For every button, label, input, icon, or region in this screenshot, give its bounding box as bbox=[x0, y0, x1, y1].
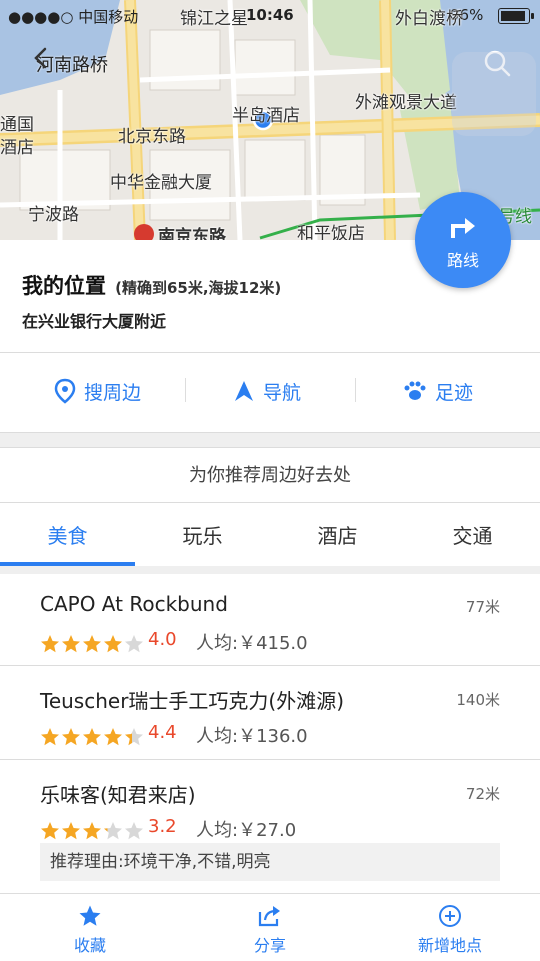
map-label: 通国 bbox=[0, 115, 34, 135]
rating-star-icon bbox=[83, 728, 101, 746]
section-separator bbox=[0, 432, 540, 448]
tab-food[interactable]: 美食 bbox=[0, 520, 135, 549]
location-near: 在兴业银行大厦附近 bbox=[22, 312, 167, 331]
bottom-toolbar: 收藏 分享 新增地点 bbox=[0, 893, 540, 961]
divider bbox=[0, 502, 540, 503]
add-circle-icon bbox=[439, 905, 461, 927]
map-label: 北京东路 bbox=[118, 127, 186, 147]
rating-star-icon bbox=[125, 822, 143, 840]
divider bbox=[0, 759, 540, 760]
navigation-arrow-icon bbox=[235, 381, 253, 401]
route-button[interactable]: 路线 bbox=[415, 192, 511, 288]
action-label: 搜周边 bbox=[84, 381, 142, 404]
map-label: 中华金融大厦 bbox=[110, 173, 212, 193]
add-place-button[interactable]: 新增地点 bbox=[360, 894, 540, 961]
rating-star-icon bbox=[41, 635, 59, 653]
route-turn-icon bbox=[451, 218, 475, 238]
poi-distance: 140米 bbox=[456, 691, 500, 709]
poi-name: CAPO At Rockbund bbox=[40, 592, 228, 616]
map-label: 外滩观景大道 bbox=[355, 93, 457, 113]
recommend-header: 为你推荐周边好去处 bbox=[189, 465, 351, 486]
share-button[interactable]: 分享 bbox=[180, 894, 360, 961]
toolbar-label: 分享 bbox=[253, 936, 286, 955]
back-arrow-icon bbox=[34, 47, 47, 69]
navigation-button[interactable]: 导航 bbox=[233, 366, 301, 416]
map-control-overlay[interactable] bbox=[452, 52, 536, 136]
battery-icon bbox=[498, 8, 534, 24]
recommend-reason: 推荐理由:环境干净,不错,明亮 bbox=[40, 843, 500, 881]
share-icon bbox=[258, 906, 280, 927]
list-item[interactable]: Teuscher瑞士手工巧克力(外滩源) 140米 4.4 人均:￥136.0 bbox=[0, 673, 540, 765]
rating-star-icon bbox=[83, 635, 101, 653]
route-button-label: 路线 bbox=[446, 251, 479, 270]
rating-star-icon bbox=[104, 635, 122, 653]
poi-price: 人均:￥136.0 bbox=[196, 726, 308, 747]
poi-distance: 77米 bbox=[465, 598, 500, 616]
carrier-text: ●●●●○ 中国移动 bbox=[8, 8, 139, 26]
rating-score: 4.4 bbox=[148, 722, 177, 743]
rating-star-icon bbox=[41, 822, 59, 840]
map-label: 锦江之星 bbox=[180, 9, 248, 29]
poi-price: 人均:￥27.0 bbox=[196, 820, 297, 841]
tab-entertainment[interactable]: 玩乐 bbox=[135, 520, 270, 549]
poi-name: Teuscher瑞士手工巧克力(外滩源) bbox=[40, 689, 345, 713]
action-label: 导航 bbox=[263, 381, 302, 404]
map-label: 南京东路 bbox=[158, 227, 226, 240]
back-button[interactable]: 河南路桥 bbox=[32, 46, 108, 82]
divider bbox=[0, 352, 540, 353]
toolbar-label: 收藏 bbox=[73, 936, 106, 955]
rating-star-icon bbox=[41, 728, 59, 746]
poi-name: 乐味客(知君来店) bbox=[40, 783, 196, 807]
list-item[interactable]: CAPO At Rockbund 77米 4.0 人均:￥415.0 bbox=[0, 580, 540, 672]
section-separator bbox=[0, 566, 540, 574]
rating-star-icon bbox=[104, 728, 122, 746]
star-icon bbox=[79, 905, 101, 926]
rating-star-icon bbox=[125, 635, 143, 653]
rating-star-icon bbox=[83, 822, 101, 840]
rating-star-icon bbox=[62, 728, 80, 746]
location-pin-icon bbox=[54, 378, 76, 404]
rating-star-icon bbox=[62, 822, 80, 840]
tab-transport[interactable]: 交通 bbox=[405, 520, 540, 549]
metro-icon bbox=[134, 224, 154, 240]
footprint-icon bbox=[404, 381, 426, 400]
search-nearby-button[interactable]: 搜周边 bbox=[54, 366, 141, 416]
divider bbox=[185, 378, 186, 402]
favorite-button[interactable]: 收藏 bbox=[0, 894, 180, 961]
clock: 10:46 bbox=[246, 6, 294, 24]
map-label: 和平饭店 bbox=[297, 224, 365, 240]
divider bbox=[0, 665, 540, 666]
rating-score: 3.2 bbox=[148, 816, 177, 837]
location-accuracy: (精确到65米,海拔12米) bbox=[115, 279, 282, 297]
footprint-button[interactable]: 足迹 bbox=[403, 366, 473, 416]
poi-distance: 72米 bbox=[465, 785, 500, 803]
poi-price: 人均:￥415.0 bbox=[196, 633, 308, 654]
map-label: 半岛酒店 bbox=[232, 106, 300, 126]
rating-score: 4.0 bbox=[148, 629, 177, 650]
location-title-row: 我的位置 (精确到65米,海拔12米) bbox=[22, 270, 281, 300]
tab-hotel[interactable]: 酒店 bbox=[270, 520, 405, 549]
toolbar-label: 新增地点 bbox=[417, 936, 482, 955]
map-label: 酒店 bbox=[0, 138, 34, 158]
rating-star-icon bbox=[125, 728, 143, 746]
map-label: 宁波路 bbox=[28, 205, 79, 225]
location-title: 我的位置 bbox=[22, 274, 106, 298]
action-label: 足迹 bbox=[435, 381, 474, 404]
map-label: 外白渡桥 bbox=[395, 9, 463, 29]
divider bbox=[355, 378, 356, 402]
rating-star-icon bbox=[62, 635, 80, 653]
rating-star-icon bbox=[104, 822, 122, 840]
